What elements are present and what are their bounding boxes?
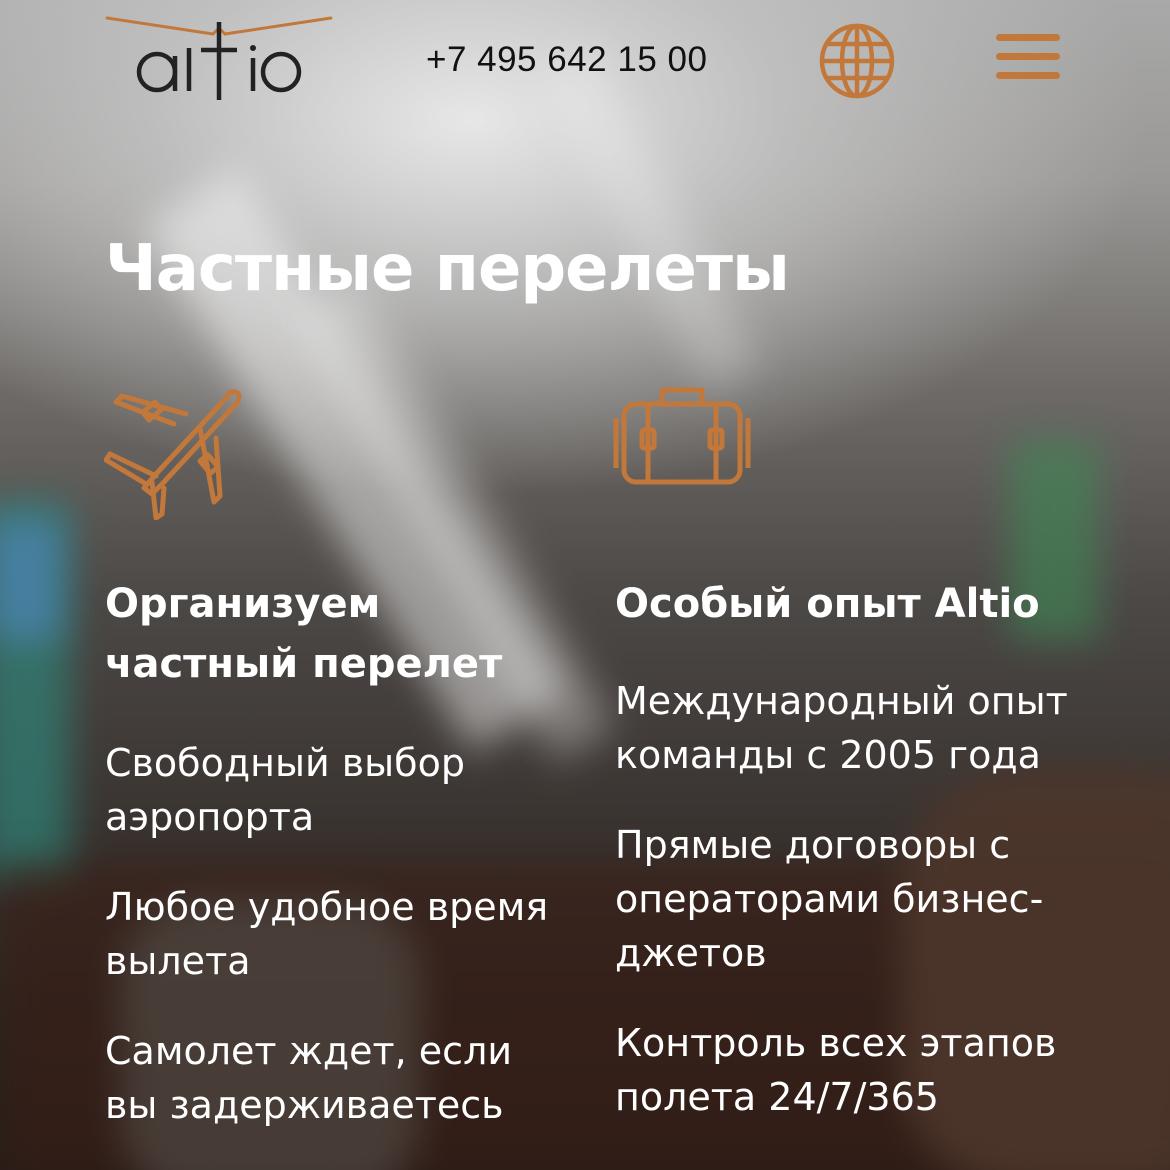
feature-item: Любое удобное время вылета	[105, 885, 549, 983]
feature-column-organize: Организуем частный перелет Свободный выб…	[105, 574, 575, 1168]
feature-item: Прямые договоры с операторами бизнес-дже…	[615, 823, 1044, 975]
menu-bar	[996, 72, 1060, 79]
menu-bar	[996, 53, 1060, 60]
altio-logo[interactable]	[105, 14, 333, 106]
airplane-icon	[103, 384, 244, 521]
feature-column-experience: Особый опыт Altio Международный опыт ком…	[615, 574, 1135, 1160]
feature-item: Контроль всех этапов полета 24/7/365	[615, 1021, 1057, 1119]
globe-icon[interactable]	[818, 22, 896, 100]
page-title: Частные перелеты	[105, 232, 790, 306]
feature-item: Самолет ждет, если вы задерживаетесь	[105, 1029, 513, 1127]
phone-link[interactable]: +7 495 642 15 00	[426, 40, 707, 80]
hamburger-menu-icon[interactable]	[996, 34, 1060, 84]
feature-heading: Организуем частный перелет	[105, 581, 503, 687]
feature-item: Свободный выбор аэропорта	[105, 741, 465, 839]
feature-item: Международный опыт команды с 2005 года	[615, 679, 1068, 777]
altio-logo-mark	[105, 16, 333, 100]
feature-heading: Особый опыт Altio	[615, 581, 1040, 627]
menu-bar	[996, 34, 1060, 41]
suitcase-icon	[612, 384, 752, 488]
